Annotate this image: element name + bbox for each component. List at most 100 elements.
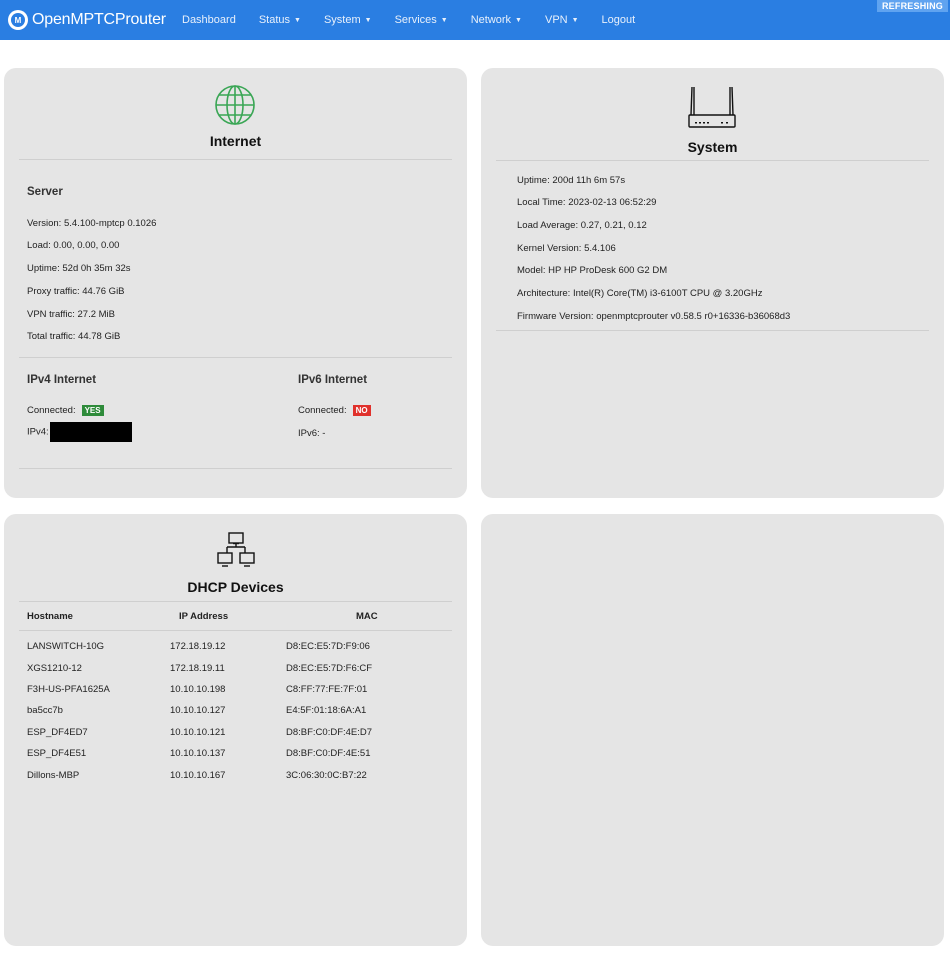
caret-down-icon: ▼ [571, 16, 579, 24]
row-value: Intel(R) Core(TM) i3-6100T CPU @ 3.20GHz [572, 288, 763, 299]
refreshing-badge: REFRESHING [876, 0, 948, 12]
cell-hostname: ba5cc7b [27, 705, 63, 716]
row-value: 5.4.100-mptcp 0.1026 [63, 218, 157, 229]
nav-logout-label: Logout [601, 14, 636, 26]
nav-system[interactable]: System ▼ [324, 14, 372, 26]
server-total-traffic-row: Total traffic: 44.78 GiB [27, 331, 120, 342]
row-label: Uptime: [517, 175, 550, 186]
ipv4-heading: IPv4 Internet [27, 374, 97, 386]
row-label: Model: [517, 265, 546, 276]
divider [19, 357, 452, 358]
cell-ip: 172.18.19.12 [170, 641, 226, 652]
server-vpn-traffic-row: VPN traffic: 27.2 MiB [27, 309, 115, 320]
nav-network-label: Network [470, 14, 512, 26]
row-label: Load Average: [517, 220, 579, 231]
row-label: VPN traffic: [27, 309, 75, 320]
nav-vpn-label: VPN [544, 14, 568, 26]
system-load-row: Load Average: 0.27, 0.21, 0.12 [517, 220, 647, 231]
row-value: openmptcprouter v0.58.5 r0+16336-b36068d… [596, 311, 791, 322]
divider [19, 601, 452, 602]
cell-hostname: ESP_DF4ED7 [27, 727, 88, 738]
divider [19, 468, 452, 469]
row-label: Architecture: [517, 288, 571, 299]
server-proxy-traffic-row: Proxy traffic: 44.76 GiB [27, 286, 125, 297]
caret-down-icon: ▼ [515, 16, 522, 24]
nav-status[interactable]: Status ▼ [259, 14, 301, 26]
brand[interactable]: M OpenMPTCProuter [8, 6, 166, 34]
row-value: 0.27, 0.21, 0.12 [580, 220, 647, 231]
nav-status-label: Status [258, 14, 291, 26]
nav-services-label: Services [394, 14, 437, 26]
internet-title: Internet [209, 133, 262, 149]
ipv4-status-badge: YES [81, 405, 104, 416]
nav-dashboard-label: Dashboard [182, 14, 236, 26]
nav-services[interactable]: Services ▼ [395, 14, 448, 26]
row-label: Proxy traffic: [27, 286, 80, 297]
divider [496, 160, 929, 161]
system-card: System Uptime: 200d 11h 6m 57s Local Tim… [481, 68, 944, 498]
top-navbar: M OpenMPTCProuter Dashboard Status ▼ Syst… [0, 0, 950, 40]
network-icon [217, 532, 255, 567]
row-value: 200d 11h 6m 57s [552, 175, 626, 186]
server-version-row: Version: 5.4.100-mptcp 0.1026 [27, 218, 156, 229]
cell-hostname: Dillons-MBP [27, 770, 80, 781]
ipv6-heading: IPv6 Internet [298, 374, 368, 386]
row-value: 0.00, 0.00, 0.00 [53, 240, 120, 251]
row-value: 44.78 GiB [78, 331, 121, 342]
row-label: Connected: [298, 405, 347, 416]
row-value: - [322, 428, 326, 439]
system-architecture-row: Architecture: Intel(R) Core(TM) i3-6100T… [517, 288, 762, 299]
nav-dashboard[interactable]: Dashboard [182, 14, 236, 26]
server-load-row: Load: 0.00, 0.00, 0.00 [27, 240, 119, 251]
row-label: Uptime: [27, 263, 60, 274]
row-label: IPv6: [298, 428, 320, 439]
ipv6-address-row: IPv6: - [298, 428, 325, 439]
row-value: 5.4.106 [584, 243, 616, 254]
globe-icon [215, 85, 255, 125]
row-value: HP HP ProDesk 600 G2 DM [548, 265, 668, 276]
row-label: Total traffic: [27, 331, 76, 342]
ipv6-connected-row: Connected: NO [298, 405, 371, 416]
row-label: Kernel Version: [517, 243, 582, 254]
internet-card: Internet Server Version: 5.4.100-mptcp 0… [4, 68, 467, 498]
system-uptime-row: Uptime: 200d 11h 6m 57s [517, 175, 625, 186]
dhcp-title: DHCP Devices [187, 579, 284, 595]
row-value: 2023-02-13 06:52:29 [568, 197, 657, 208]
brand-logo-icon: M [8, 10, 28, 30]
system-model-row: Model: HP HP ProDesk 600 G2 DM [517, 265, 667, 276]
caret-down-icon: ▼ [440, 16, 448, 24]
cell-hostname: F3H-US-PFA1625A [27, 684, 110, 695]
cell-hostname: XGS1210-12 [27, 663, 82, 674]
cell-ip: 10.10.10.167 [170, 770, 226, 781]
nav-menu: Dashboard Status ▼ System ▼ Services ▼ Netw… [182, 0, 658, 40]
nav-logout[interactable]: Logout [602, 14, 636, 26]
divider [496, 330, 929, 331]
row-label: IPv4: [27, 426, 49, 438]
nav-system-label: System [323, 14, 361, 26]
ipv4-address-row: IPv4: [27, 422, 132, 442]
empty-card [481, 514, 944, 946]
col-hostname: Hostname [27, 611, 73, 622]
cell-mac: D8:BF:C0:DF:4E:D7 [286, 727, 373, 738]
ipv6-status-badge: NO [352, 405, 371, 416]
ipv4-connected-row: Connected: YES [27, 405, 104, 416]
caret-down-icon: ▼ [364, 16, 372, 24]
system-firmware-row: Firmware Version: openmptcprouter v0.58.… [517, 311, 790, 322]
cell-hostname: LANSWITCH-10G [27, 641, 105, 652]
dhcp-card: DHCP Devices Hostname IP Address MAC LAN… [4, 514, 467, 946]
row-value: 27.2 MiB [77, 309, 116, 320]
row-label: Load: [27, 240, 51, 251]
server-heading: Server [27, 186, 63, 198]
cell-mac: D8:EC:E5:7D:F9:06 [286, 641, 370, 652]
nav-vpn[interactable]: VPN ▼ [545, 14, 579, 26]
cell-mac: C8:FF:77:FE:7F:01 [286, 684, 368, 695]
brand-name: OpenMPTCProuter [32, 11, 166, 28]
caret-down-icon: ▼ [294, 16, 301, 24]
server-uptime-row: Uptime: 52d 0h 35m 32s [27, 263, 131, 274]
system-local-time-row: Local Time: 2023-02-13 06:52:29 [517, 197, 656, 208]
cell-ip: 10.10.10.137 [170, 748, 226, 759]
row-label: Connected: [27, 405, 76, 416]
nav-network[interactable]: Network ▼ [471, 14, 522, 26]
cell-mac: E4:5F:01:18:6A:A1 [286, 705, 367, 716]
divider [19, 159, 452, 160]
